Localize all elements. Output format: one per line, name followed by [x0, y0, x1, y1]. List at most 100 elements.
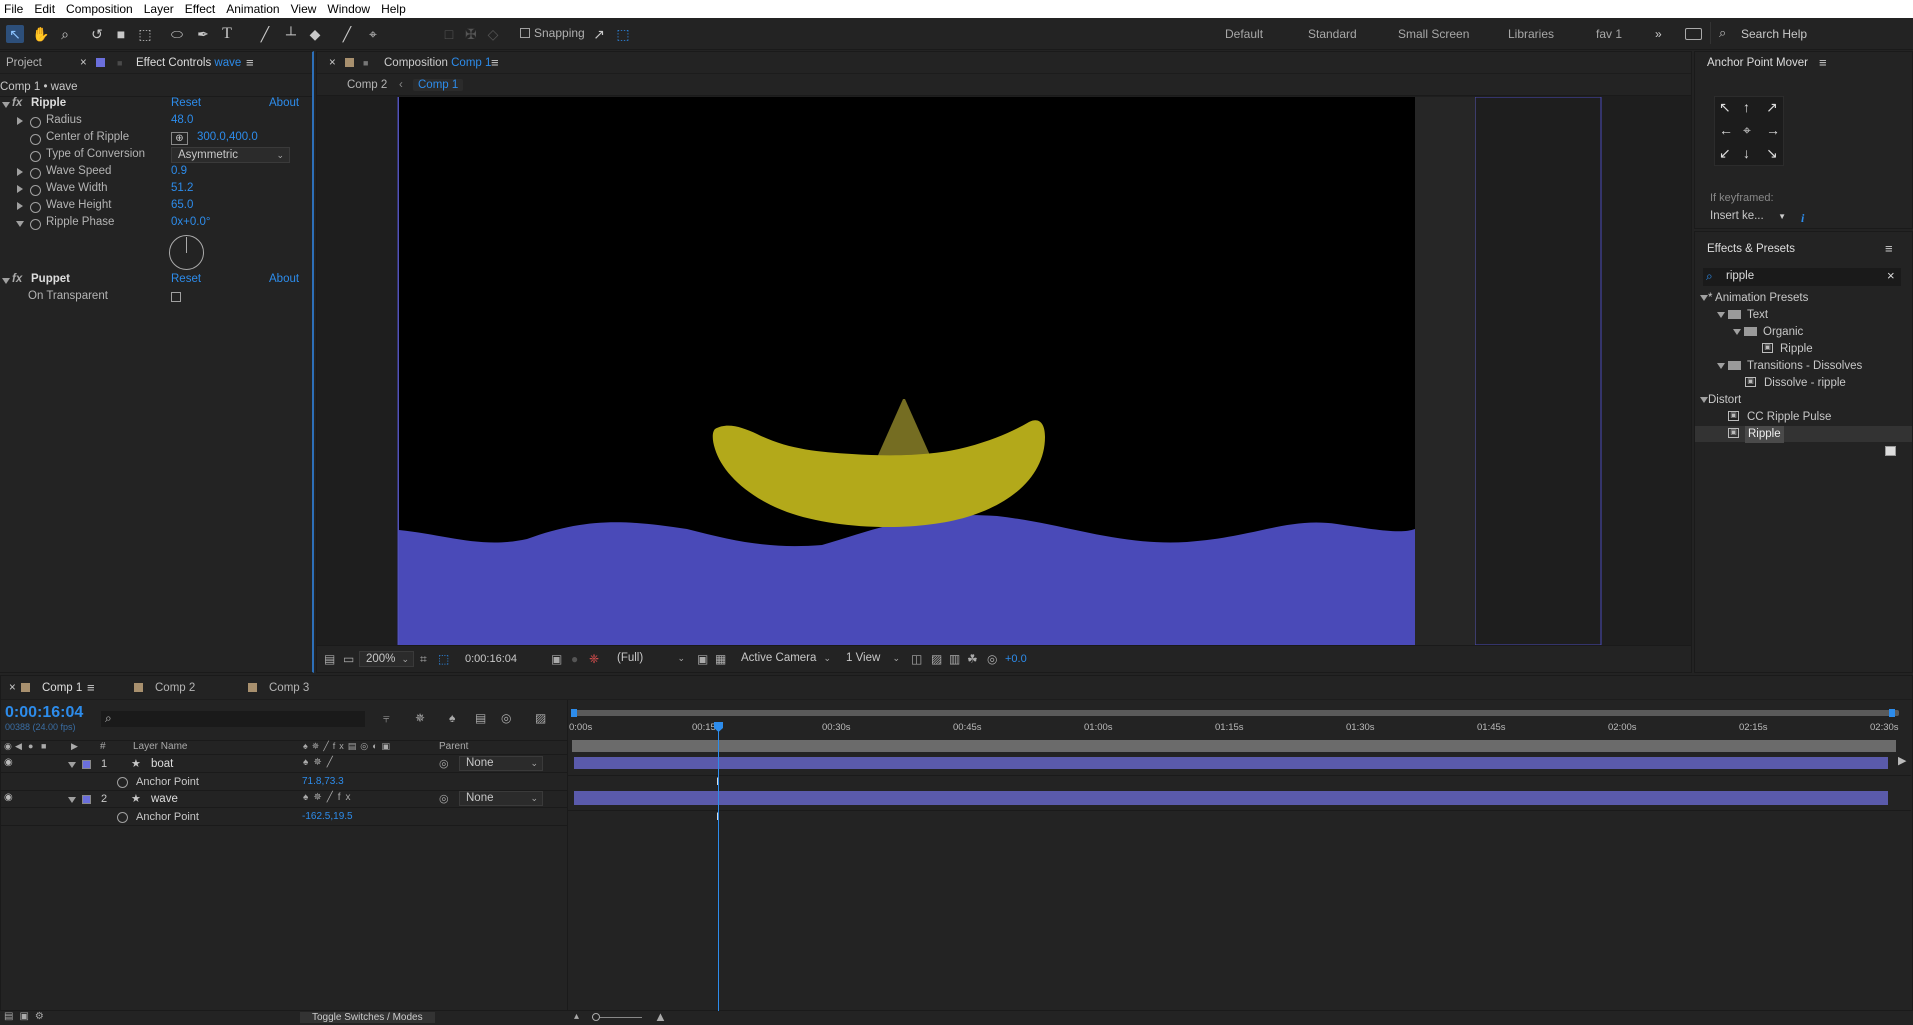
layer-switches[interactable]: ♠✵╱fx: [303, 792, 356, 803]
tab-project[interactable]: Project: [6, 57, 42, 69]
zoom-out-icon[interactable]: ▴: [574, 1011, 579, 1022]
channel-icon[interactable]: ❈: [589, 652, 599, 666]
pan-behind-tool-icon[interactable]: ⬚: [136, 25, 154, 43]
table-row[interactable]: ◉ 2 ★ wave ♠✵╱fx ◎ None ⌄: [1, 791, 567, 808]
current-time[interactable]: 0:00:16:04: [5, 704, 83, 722]
tab-effect-controls[interactable]: Effect Controls wave: [136, 57, 241, 69]
arrow-bottom-left-icon[interactable]: ↙: [1719, 145, 1731, 162]
exposure-reset-icon[interactable]: ◎: [987, 652, 997, 666]
layer-track-bar-wave[interactable]: [574, 791, 1888, 805]
prop-value-center-of-ripple[interactable]: 300.0,400.0: [197, 129, 258, 146]
camera-dropdown[interactable]: Active Camera ⌄: [735, 651, 835, 667]
wave-speed-expand-icon[interactable]: [17, 168, 23, 176]
zoom-dropdown[interactable]: 200% ⌄: [359, 651, 414, 667]
monitor-icon[interactable]: ▭: [343, 652, 354, 666]
brush-tool-icon[interactable]: ╱: [256, 25, 274, 43]
slider-knob[interactable]: [592, 1013, 600, 1021]
prop-value-radius[interactable]: 48.0: [171, 112, 193, 129]
expand-icon[interactable]: [1717, 363, 1725, 369]
expand-icon[interactable]: [1700, 397, 1708, 403]
layer-search-input[interactable]: ⌕: [101, 711, 365, 727]
lock-icon[interactable]: ■: [117, 58, 122, 68]
frame-blending-icon[interactable]: ▤: [475, 711, 486, 725]
wave-width-expand-icon[interactable]: [17, 185, 23, 193]
info-icon[interactable]: i: [1801, 211, 1804, 226]
stopwatch-icon[interactable]: [30, 185, 41, 196]
expand-icon[interactable]: [1733, 329, 1741, 335]
menu-composition[interactable]: Composition: [62, 2, 140, 16]
conversion-type-dropdown[interactable]: Asymmetric ⌄: [171, 147, 290, 163]
prop-value[interactable]: -162.5,19.5: [302, 811, 353, 822]
fx-icon[interactable]: fx: [12, 95, 22, 112]
stopwatch-icon[interactable]: [30, 202, 41, 213]
snap-edges-icon[interactable]: ↗: [590, 25, 608, 43]
panel-menu-icon[interactable]: ≡: [1819, 55, 1827, 70]
parent-dropdown[interactable]: None ⌄: [459, 791, 543, 806]
prop-value-ripple-phase[interactable]: 0x+0.0°: [171, 214, 210, 231]
wave-height-expand-icon[interactable]: [17, 202, 23, 210]
panel-menu-icon[interactable]: ≡: [87, 680, 95, 695]
pen-tool-icon[interactable]: ✒: [194, 25, 212, 43]
prop-value-wave-speed[interactable]: 0.9: [171, 163, 187, 180]
prop-value-wave-height[interactable]: 65.0: [171, 197, 193, 214]
clone-stamp-tool-icon[interactable]: ┴: [282, 25, 300, 43]
parent-dropdown[interactable]: None ⌄: [459, 756, 543, 771]
ellipse-tool-icon[interactable]: ⬭: [168, 25, 186, 43]
region-of-interest-icon[interactable]: ⬚: [438, 652, 449, 666]
close-tab-icon[interactable]: ×: [9, 682, 16, 694]
pick-whip-icon[interactable]: ◎: [439, 792, 449, 805]
crosshair-icon[interactable]: ⊕: [171, 132, 188, 145]
arrow-bottom-right-icon[interactable]: ↘: [1766, 145, 1778, 162]
table-row[interactable]: ◉ 1 ★ boat ♠✵╱ ◎ None ⌄: [1, 756, 567, 773]
ripple-about-link[interactable]: About: [269, 95, 299, 112]
rotate-tool-icon[interactable]: ↺: [88, 25, 106, 43]
snapping-checkbox[interactable]: [520, 28, 530, 38]
work-area-navigator[interactable]: [574, 710, 1899, 716]
graph-editor-icon[interactable]: ▨: [535, 711, 546, 725]
motion-blur-icon[interactable]: ◎: [501, 711, 511, 725]
video-switch-icon[interactable]: ◉: [4, 741, 12, 752]
close-tab-icon[interactable]: ×: [80, 57, 87, 69]
label-tag-icon[interactable]: ▶: [71, 741, 78, 752]
shy-layers-icon[interactable]: ♠: [449, 711, 455, 725]
stopwatch-icon[interactable]: [30, 117, 41, 128]
tab-comp-2[interactable]: Comp 2: [155, 682, 195, 694]
arrow-up-icon[interactable]: ↑: [1743, 99, 1750, 115]
menu-window[interactable]: Window: [323, 2, 377, 16]
region-icon[interactable]: ▣: [697, 652, 708, 666]
eye-icon[interactable]: ◉: [4, 757, 13, 768]
navigator-end-handle[interactable]: [1889, 709, 1895, 717]
eraser-tool-icon[interactable]: ◆: [306, 25, 324, 43]
type-tool-icon[interactable]: T: [218, 25, 236, 43]
axis-view-icon[interactable]: ◇: [484, 25, 502, 43]
breadcrumb-comp-2[interactable]: Comp 2: [347, 79, 387, 91]
workspace-standard[interactable]: Standard: [1308, 27, 1357, 41]
keyframe-mode-dropdown[interactable]: Insert ke... ▼: [1704, 209, 1790, 225]
pick-whip-icon[interactable]: ◎: [439, 757, 449, 770]
expand-icon[interactable]: [1700, 295, 1708, 301]
arrow-left-icon[interactable]: ←: [1719, 122, 1733, 138]
prop-value-wave-width[interactable]: 51.2: [171, 180, 193, 197]
panel-toggle-icons[interactable]: ▤▣⚙: [4, 1011, 50, 1022]
fast-previews-icon[interactable]: ▨: [931, 652, 942, 666]
draft-3d-icon[interactable]: ✵: [415, 711, 425, 725]
tab-comp-3[interactable]: Comp 3: [269, 682, 309, 694]
puppet-about-link[interactable]: About: [269, 271, 299, 288]
layer-track-bar-boat[interactable]: [574, 757, 1888, 769]
tree-distort[interactable]: Distort: [1708, 392, 1741, 409]
roto-brush-tool-icon[interactable]: ╱: [338, 25, 356, 43]
tab-comp-1[interactable]: Comp 1: [42, 682, 82, 694]
transparency-grid-icon[interactable]: ▦: [715, 652, 726, 666]
close-tab-icon[interactable]: ×: [329, 57, 336, 69]
arrow-top-right-icon[interactable]: ↗: [1766, 99, 1778, 116]
zoom-in-icon[interactable]: ▲: [654, 1009, 667, 1024]
tree-ripple-preset[interactable]: Ripple: [1780, 341, 1813, 358]
panel-menu-icon[interactable]: ≡: [491, 55, 499, 70]
panel-menu-icon[interactable]: ≡: [246, 55, 254, 70]
snap-features-icon[interactable]: ⬚: [614, 25, 632, 43]
layer-name[interactable]: wave: [151, 793, 178, 805]
stopwatch-icon[interactable]: [30, 168, 41, 179]
tab-composition[interactable]: Composition Comp 1: [384, 57, 491, 69]
lock-switch-icon[interactable]: ■: [41, 741, 46, 751]
axis-world-icon[interactable]: ✠: [462, 25, 480, 43]
